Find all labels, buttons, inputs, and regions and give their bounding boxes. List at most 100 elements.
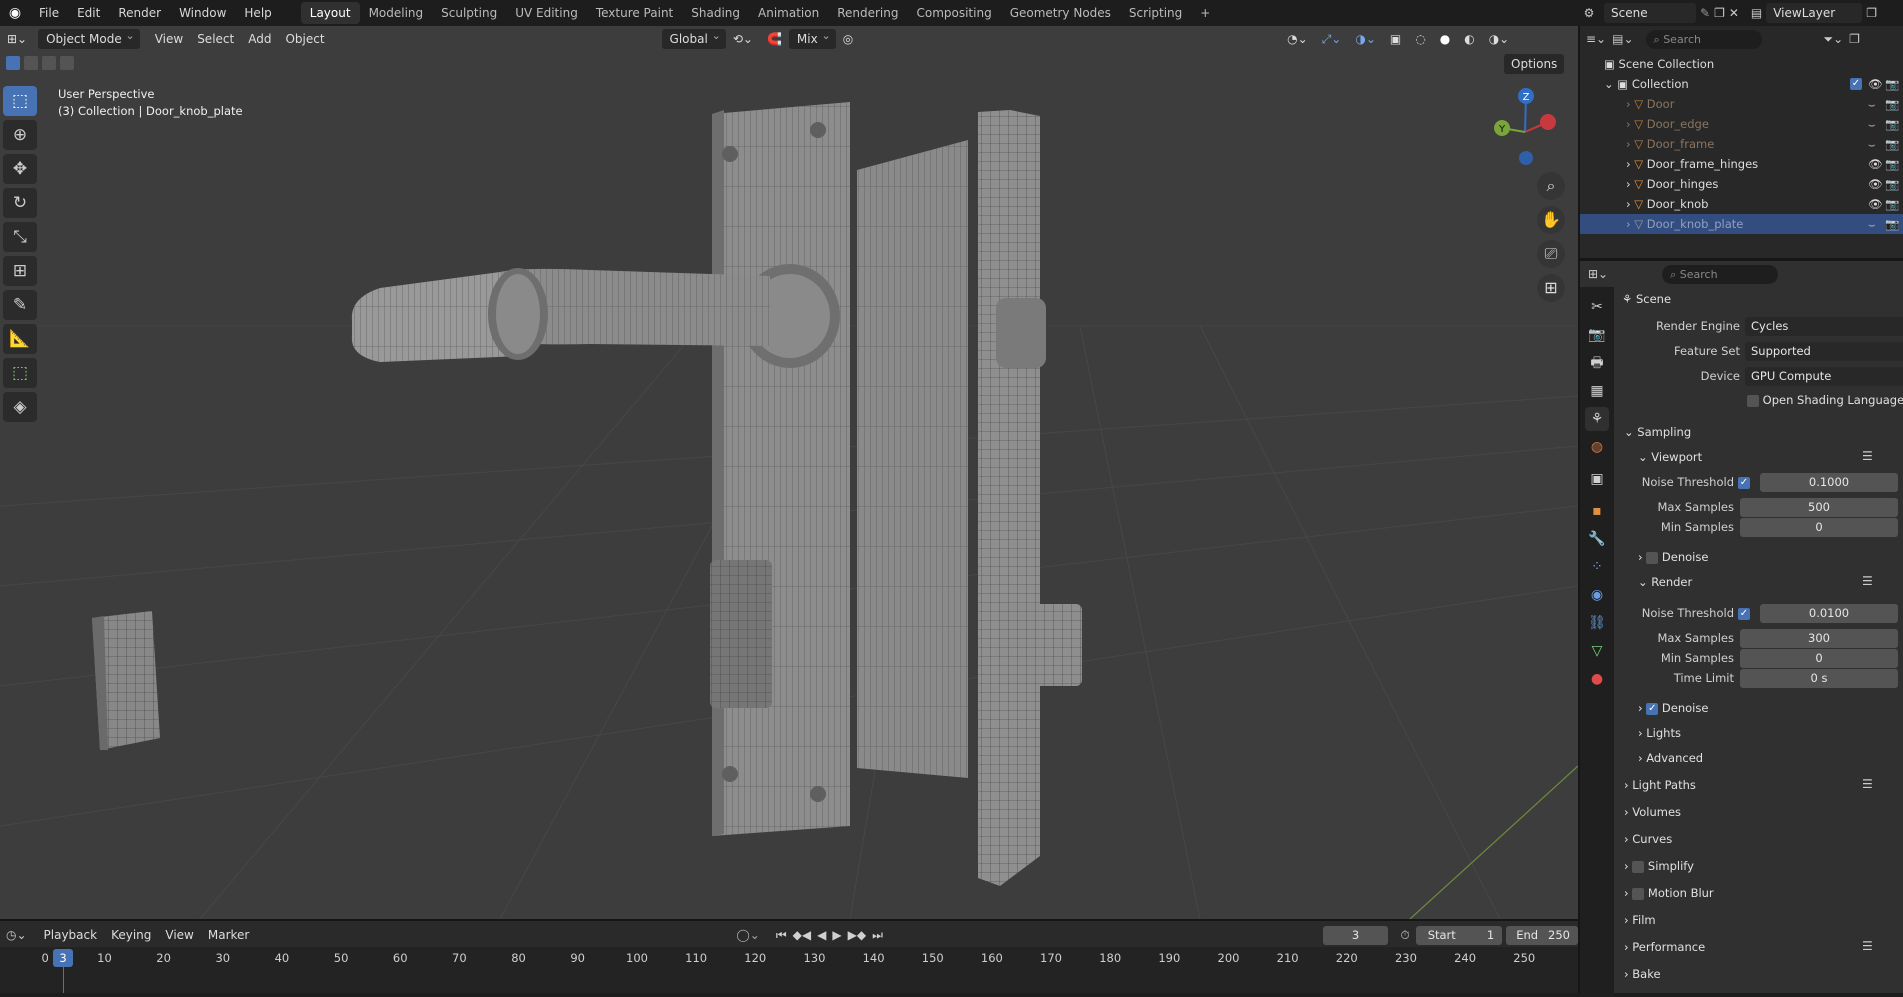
vp-denoise-checkbox[interactable]: [1646, 551, 1659, 564]
new-viewlayer-icon[interactable]: ❐: [1866, 6, 1877, 20]
light-paths-panel[interactable]: › Light Paths: [1624, 778, 1696, 792]
tab-modeling[interactable]: Modeling: [360, 2, 433, 24]
advanced-subpanel[interactable]: › Advanced: [1638, 751, 1703, 765]
tab-animation[interactable]: Animation: [749, 2, 828, 24]
vp-min-field[interactable]: 0: [1740, 518, 1898, 537]
menu-object[interactable]: Object: [278, 29, 331, 49]
tab-geometry-nodes[interactable]: Geometry Nodes: [1001, 2, 1120, 24]
particles-tab-icon[interactable]: ⁘: [1585, 555, 1609, 579]
list-icon[interactable]: ☰: [1862, 449, 1873, 463]
tab-rendering[interactable]: Rendering: [828, 2, 907, 24]
material-tab-icon[interactable]: ●: [1585, 667, 1609, 691]
outliner-collection[interactable]: ⌄ ▣ Collection ✓ 👁 📷: [1580, 74, 1903, 94]
shading-wireframe-icon[interactable]: ◌: [1408, 29, 1432, 49]
eye-icon[interactable]: 👁: [1868, 194, 1883, 214]
camera-icon[interactable]: 📷: [1885, 214, 1899, 234]
menu-add[interactable]: Add: [241, 29, 278, 49]
viewlayer-field[interactable]: ViewLayer: [1766, 3, 1863, 23]
cursor-icon[interactable]: ⊕: [3, 120, 37, 150]
object-tab-icon[interactable]: ▪: [1585, 499, 1609, 523]
scene-icon[interactable]: ⚙: [1578, 6, 1600, 20]
next-keyframe-icon[interactable]: ▶◆: [848, 928, 866, 942]
osl-checkbox[interactable]: [1747, 394, 1759, 407]
render-subpanel-header[interactable]: ⌄ Render: [1638, 575, 1692, 589]
camera-icon[interactable]: ⎚: [1537, 240, 1565, 268]
menu-select[interactable]: Select: [190, 29, 241, 49]
tab-scripting[interactable]: Scripting: [1120, 2, 1191, 24]
vp-denoise-row[interactable]: › Denoise: [1638, 550, 1708, 564]
outliner-item-door-hinges[interactable]: › ▽ Door_hinges 👁 📷: [1580, 174, 1903, 194]
data-tab-icon[interactable]: ▽: [1585, 639, 1609, 663]
tab-texture-paint[interactable]: Texture Paint: [587, 2, 682, 24]
shading-material-icon[interactable]: ◐: [1457, 29, 1481, 49]
volumes-panel[interactable]: › Volumes: [1624, 805, 1681, 819]
r-min-field[interactable]: 0: [1740, 649, 1898, 668]
select-invert-icon[interactable]: [60, 56, 74, 70]
mode-dropdown[interactable]: Object Mode: [38, 26, 140, 49]
render-tab-icon[interactable]: 📷: [1585, 323, 1609, 347]
play-reverse-icon[interactable]: ◀: [817, 928, 826, 942]
simplify-checkbox[interactable]: [1632, 860, 1645, 873]
tab-uv-editing[interactable]: UV Editing: [506, 2, 587, 24]
display-mode-icon[interactable]: ▤⌄: [1612, 32, 1633, 46]
menu-keying[interactable]: Keying: [104, 925, 158, 945]
motion-blur-checkbox[interactable]: [1632, 887, 1645, 900]
zoom-icon[interactable]: ⌕: [1537, 172, 1565, 200]
move-icon[interactable]: ✥: [3, 154, 37, 184]
hidden-eye-icon[interactable]: ⌣: [1868, 114, 1876, 134]
options-dropdown[interactable]: Options: [1504, 54, 1565, 74]
play-icon[interactable]: ▶: [832, 928, 841, 942]
camera-icon[interactable]: 📷: [1885, 134, 1899, 154]
sampling-panel-header[interactable]: ⌄ Sampling: [1624, 425, 1691, 439]
timeline-editor-icon[interactable]: ◷⌄: [6, 928, 27, 942]
r-denoise-row[interactable]: › ✓ Denoise: [1638, 701, 1708, 715]
visibility-icon[interactable]: ◔⌄: [1280, 29, 1315, 49]
collection-camera-icon[interactable]: 📷: [1885, 74, 1899, 94]
menu-marker[interactable]: Marker: [201, 925, 256, 945]
motion-blur-panel[interactable]: › Motion Blur: [1624, 886, 1714, 900]
pan-hand-icon[interactable]: ✋: [1537, 206, 1565, 234]
collection-checkbox[interactable]: ✓: [1850, 78, 1862, 90]
feature-set-dropdown[interactable]: Supported: [1745, 342, 1903, 361]
collection-tab-icon[interactable]: ▣: [1585, 467, 1609, 491]
collection-eye-icon[interactable]: 👁: [1868, 74, 1883, 94]
camera-icon[interactable]: 📷: [1885, 174, 1899, 194]
pin-icon[interactable]: ✎: [1700, 6, 1710, 20]
osl-checkbox-row[interactable]: Open Shading Language: [1747, 393, 1903, 407]
camera-icon[interactable]: 📷: [1885, 114, 1899, 134]
pivot-icon[interactable]: ⟲⌄: [726, 29, 760, 49]
viewlayer-icon[interactable]: ▤: [1751, 6, 1762, 20]
view-layer-tab-icon[interactable]: ▦: [1585, 379, 1609, 403]
xray-icon[interactable]: ▣: [1383, 29, 1408, 49]
gizmo-toggle-icon[interactable]: ⤢⌄: [1315, 29, 1349, 49]
rotate-icon[interactable]: ↻: [3, 188, 37, 218]
overlay-toggle-icon[interactable]: ◑⌄: [1348, 29, 1383, 49]
list-icon[interactable]: ☰: [1862, 574, 1873, 588]
list-icon[interactable]: ☰: [1862, 777, 1873, 791]
add-cube-icon[interactable]: ⬚: [3, 358, 37, 388]
outliner-editor-icon[interactable]: ≡⌄: [1586, 32, 1606, 46]
outliner-item-door-frame-hinges[interactable]: › ▽ Door_frame_hinges 👁 📷: [1580, 154, 1903, 174]
tab-shading[interactable]: Shading: [682, 2, 749, 24]
end-frame-field[interactable]: End 250: [1506, 925, 1578, 945]
list-icon[interactable]: ☰: [1862, 939, 1873, 953]
simplify-panel[interactable]: › Simplify: [1624, 859, 1694, 873]
device-dropdown[interactable]: GPU Compute: [1745, 367, 1903, 386]
vp-noise-field[interactable]: 0.1000: [1760, 473, 1898, 492]
delete-scene-icon[interactable]: ✕: [1729, 6, 1739, 20]
properties-editor-icon[interactable]: ⊞⌄: [1588, 267, 1608, 281]
filter-icon[interactable]: ⏷⌄: [1824, 32, 1844, 47]
outliner-scene-collection[interactable]: ▣ Scene Collection: [1580, 54, 1903, 74]
select-box-icon[interactable]: ⬚: [3, 86, 37, 116]
proportional-edit-icon[interactable]: ◎: [836, 29, 860, 49]
r-time-field[interactable]: 0 s: [1740, 669, 1898, 688]
new-scene-icon[interactable]: ❐: [1714, 6, 1725, 20]
add-workspace-button[interactable]: +: [1191, 2, 1219, 24]
viewport-subpanel-header[interactable]: ⌄ Viewport: [1638, 450, 1702, 464]
outliner-item-door[interactable]: › ▽ Door ⌣ 📷: [1580, 94, 1903, 114]
properties-search[interactable]: ⌕ Search: [1662, 264, 1779, 284]
menu-render[interactable]: Render: [109, 0, 170, 26]
annotate-icon[interactable]: ✎: [3, 290, 37, 320]
menu-help[interactable]: Help: [235, 0, 280, 26]
camera-icon[interactable]: 📷: [1885, 94, 1899, 114]
